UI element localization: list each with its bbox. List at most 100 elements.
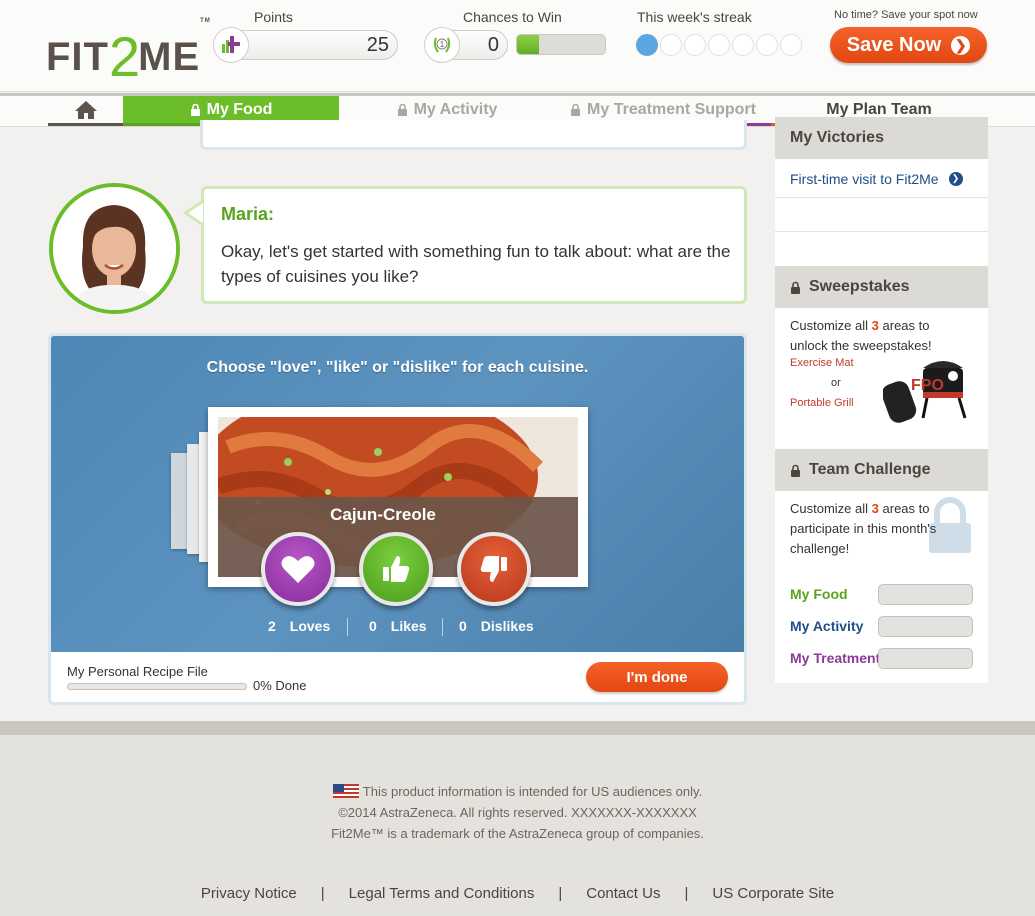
footer-link-privacy[interactable]: Privacy Notice [201, 885, 297, 902]
likes-label: Likes [390, 618, 427, 634]
likes-count-group: 0 Likes [369, 618, 427, 634]
maria-avatar [49, 183, 180, 314]
no-time-text: No time? Save your spot now [834, 9, 978, 21]
team-progress-my-activity [878, 616, 973, 637]
cuisine-stage: Choose "love", "like" or "dislike" for e… [51, 336, 744, 652]
footer-links: Privacy Notice | Legal Terms and Conditi… [0, 885, 1035, 902]
points-value: 25 [366, 34, 389, 56]
tab-my-treatment-label: My Treatment Support [587, 100, 756, 118]
footer-link-legal[interactable]: Legal Terms and Conditions [349, 885, 535, 902]
loves-count-group: 2 Loves [268, 618, 330, 634]
team-row-my-activity[interactable]: My Activity [790, 618, 863, 634]
streak-label: This week's streak [637, 9, 752, 25]
likes-count: 0 [369, 618, 377, 634]
game-footer: My Personal Recipe File 0% Done I'm done [51, 652, 744, 702]
footer-link-contact[interactable]: Contact Us [586, 885, 660, 902]
chances-progress-fill [517, 35, 539, 54]
thumbs-up-icon [383, 556, 410, 582]
game-instruction: Choose "love", "like" or "dislike" for e… [206, 359, 589, 376]
count-separator [442, 618, 443, 636]
love-button[interactable] [261, 532, 335, 606]
site-header: FIT2ME TM Points 25 Chances to Win 0 1 Th… [0, 0, 1035, 92]
victory-link-label: First-time visit to Fit2Me [790, 170, 939, 187]
previous-message-card [200, 120, 747, 150]
thumbs-down-icon [480, 556, 507, 582]
dislikes-label: Dislikes [480, 618, 534, 634]
team-challenge-title: Team Challenge [809, 461, 931, 478]
points-plus-icon [213, 27, 249, 63]
team-progress-my-treatment [878, 648, 973, 669]
lock-icon [571, 103, 581, 116]
sidebar: My Victories First-time visit to Fit2Me … [775, 117, 988, 683]
logo-tm: TM [200, 18, 211, 24]
cuisine-game-panel: Choose "love", "like" or "dislike" for e… [48, 333, 747, 705]
victories-header: My Victories [775, 117, 988, 159]
us-audience-notice: This product information is intended for… [0, 784, 1035, 799]
sweepstakes-title: Sweepstakes [809, 278, 910, 295]
team-count: 3 [871, 501, 879, 516]
recipe-progress-bar [67, 683, 247, 690]
chat-bubble: Maria: Okay, let's get started with some… [201, 186, 747, 304]
team-text-part1: Customize all [790, 501, 869, 516]
like-button[interactable] [359, 532, 433, 606]
sweepstakes-text: Customize all 3 areas to unlock the swee… [790, 316, 960, 356]
save-now-button[interactable]: Save Now ❯ [830, 27, 987, 63]
count-separator [347, 618, 348, 636]
logo-two: 2 [108, 25, 140, 88]
dislikes-count-group: 0 Dislikes [459, 618, 534, 634]
footer-separator: | [684, 885, 689, 902]
chances-label: Chances to Win [463, 9, 562, 25]
victory-link-first-visit[interactable]: First-time visit to Fit2Me ❯ [775, 160, 988, 198]
streak-dot [636, 34, 658, 56]
home-icon [74, 100, 97, 119]
svg-text:1: 1 [440, 40, 445, 49]
sweep-count: 3 [871, 318, 879, 333]
loves-label: Loves [289, 618, 331, 634]
team-challenge-text: Customize all 3 areas to participate in … [790, 499, 960, 559]
team-row-my-food[interactable]: My Food [790, 586, 848, 602]
tab-my-food-label: My Food [206, 100, 273, 118]
prizes-image: FPO [883, 361, 967, 423]
footer-separator: | [558, 885, 563, 902]
tab-my-plan-team-label: My Plan Team [826, 100, 932, 118]
dislike-button[interactable] [457, 532, 531, 606]
lock-icon [190, 103, 200, 116]
im-done-button[interactable]: I'm done [586, 662, 728, 692]
team-row-my-treatment[interactable]: My Treatment [790, 650, 880, 666]
laurel-trophy-icon: 1 [424, 27, 460, 63]
svg-text:FPO: FPO [911, 377, 944, 394]
prize-or: or [831, 377, 841, 389]
streak-dot [660, 34, 682, 56]
prize-portable-grill[interactable]: Portable Grill [790, 397, 854, 409]
chances-progress-bar [516, 34, 606, 55]
footer-separator: | [320, 885, 325, 902]
bubble-tail-inner [188, 203, 203, 223]
nav-home[interactable] [48, 96, 123, 126]
streak-dot [756, 34, 778, 56]
sweepstakes-header: Sweepstakes [775, 266, 988, 308]
chat-message: Okay, let's get started with something f… [221, 242, 731, 286]
footer-link-corporate[interactable]: US Corporate Site [712, 885, 834, 902]
victories-title: My Victories [790, 129, 884, 146]
fit2me-logo[interactable]: FIT2ME TM [46, 18, 211, 88]
heart-icon [281, 556, 315, 583]
trademark-text: Fit2Me™ is a trademark of the AstraZenec… [331, 826, 704, 841]
site-footer: This product information is intended for… [0, 721, 1035, 916]
chances-value: 0 [487, 34, 499, 56]
speaker-name: Maria: [221, 204, 275, 224]
cuisine-name: Cajun-Creole [330, 505, 436, 524]
logo-me: ME [138, 35, 201, 79]
chevron-right-icon: ❯ [948, 171, 963, 186]
streak-dot [732, 34, 754, 56]
recipe-progress-text: 0% Done [253, 678, 307, 693]
logo-fit: FIT [46, 35, 109, 79]
lock-icon [791, 464, 800, 477]
dislikes-count: 0 [459, 618, 467, 634]
streak-dot [780, 34, 802, 56]
lock-icon [397, 103, 407, 116]
us-flag-icon [332, 784, 359, 798]
streak-dots [636, 34, 802, 56]
us-notice-text: This product information is intended for… [362, 784, 703, 799]
recipe-file-label: My Personal Recipe File [67, 664, 208, 679]
prize-exercise-mat[interactable]: Exercise Mat [790, 357, 854, 369]
